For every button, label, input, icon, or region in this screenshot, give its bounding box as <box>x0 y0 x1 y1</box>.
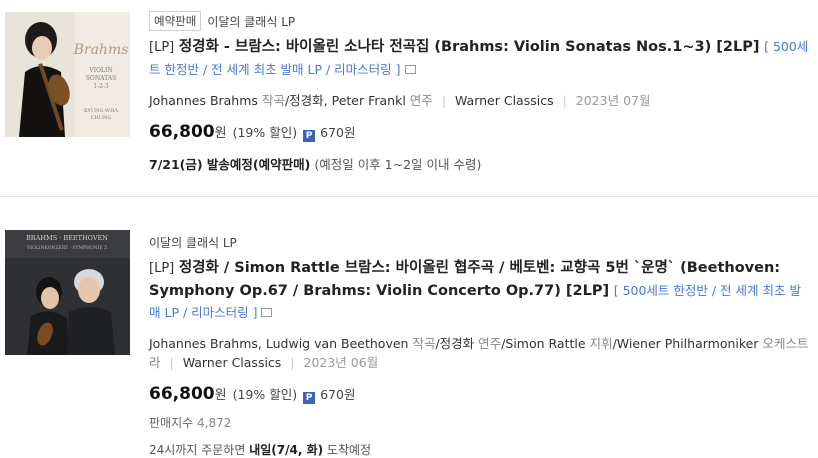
product-title-link[interactable]: [LP] 정경화 - 브람스: 바이올린 소나타 전곡집 (Brahms: Vi… <box>149 36 812 81</box>
discount: (19% 할인) <box>232 125 298 140</box>
category-link[interactable]: 이달의 클래식 LP <box>149 234 237 251</box>
discount: (19% 할인) <box>232 387 298 402</box>
badge-row: 이달의 클래식 LP <box>149 231 812 253</box>
svg-text:1-2-3: 1-2-3 <box>93 83 109 90</box>
conductor-link[interactable]: /Simon Rattle <box>501 336 585 351</box>
album-cover-image[interactable]: Brahms VIOLIN SONATAS 1-2-3 KYUNG-WHA CH… <box>5 12 130 137</box>
product-item-2: BRAHMS · BEETHOVEN VIOLINKONZERT · SYMPH… <box>0 218 818 457</box>
svg-text:VIOLIN: VIOLIN <box>88 67 112 74</box>
shipping-info: 7/21(금) 발송예정(예약판매) (예정일 이후 1~2일 이내 수령) <box>149 154 812 173</box>
order-prefix: 24시까지 주문하면 <box>149 443 250 457</box>
label-link[interactable]: Warner Classics <box>455 93 554 108</box>
svg-text:KYUNG-WHA: KYUNG-WHA <box>84 108 118 114</box>
format-label: [LP] <box>149 261 175 276</box>
divider <box>0 196 818 197</box>
preorder-badge: 예약판매 <box>149 11 202 31</box>
album-cover-image[interactable]: BRAHMS · BEETHOVEN VIOLINKONZERT · SYMPH… <box>5 230 130 355</box>
performer-role: 연주 <box>478 336 502 351</box>
order-date: 내일(7/4, 화) <box>249 443 324 457</box>
performer-link[interactable]: /정경화 <box>435 336 474 351</box>
performer-role: 연주 <box>409 93 433 108</box>
release-date: 2023년 07월 <box>575 93 651 108</box>
svg-text:CHUNG: CHUNG <box>91 115 112 121</box>
meta-line: Johannes Brahms 작곡/정경화, Peter Frankl 연주 … <box>149 91 812 110</box>
composer-link[interactable]: Johannes Brahms <box>149 93 258 108</box>
price-row: 66,800 원 (19% 할인) P 670원 <box>149 384 812 404</box>
currency: 원 <box>214 388 227 403</box>
svg-text:BRAHMS · BEETHOVEN: BRAHMS · BEETHOVEN <box>26 234 108 242</box>
release-date: 2023년 06월 <box>303 355 379 370</box>
points: 670원 <box>320 125 356 140</box>
label-link[interactable]: Warner Classics <box>183 355 282 370</box>
format-label: [LP] <box>149 40 175 55</box>
separator: | <box>441 93 446 108</box>
title-text[interactable]: 정경화 - 브람스: 바이올린 소나타 전곡집 (Brahms: Violin … <box>179 39 760 55</box>
svg-text:SONATAS: SONATAS <box>86 75 116 82</box>
points: 670원 <box>320 387 356 402</box>
svg-text:VIOLINKONZERT · SYMPHONIE 5: VIOLINKONZERT · SYMPHONIE 5 <box>26 245 107 251</box>
new-window-icon[interactable] <box>404 64 416 74</box>
composer-role: 작곡 <box>261 93 285 108</box>
price-row: 66,800 원 (19% 할인) P 670원 <box>149 122 812 142</box>
product-info: 이달의 클래식 LP [LP] 정경화 / Simon Rattle 브람스: … <box>149 231 812 458</box>
product-info: 예약판매 이달의 클래식 LP [LP] 정경화 - 브람스: 바이올린 소나타… <box>149 10 812 173</box>
ship-note: (예정일 이후 1~2일 이내 수령) <box>310 157 482 172</box>
order-suffix: 도착예정 <box>323 443 372 457</box>
meta-line: Johannes Brahms, Ludwig van Beethoven 작곡… <box>149 334 812 372</box>
conductor-role: 지휘 <box>589 336 613 351</box>
price: 66,800 <box>149 384 215 404</box>
ship-date: 7/21(금) 발송예정(예약판매) <box>149 157 311 172</box>
category-link[interactable]: 이달의 클래식 LP <box>207 13 295 30</box>
composer-link[interactable]: Johannes Brahms, Ludwig van Beethoven <box>149 336 408 351</box>
separator: | <box>290 355 295 370</box>
sales-index: 판매지수 4,872 <box>149 414 812 431</box>
new-window-icon[interactable] <box>261 307 273 317</box>
points-icon: P <box>303 392 316 404</box>
orchestra-link[interactable]: /Wiener Philharmoniker <box>613 336 759 351</box>
sales-value: 4,872 <box>197 416 232 430</box>
separator: | <box>562 93 567 108</box>
product-item-1: Brahms VIOLIN SONATAS 1-2-3 KYUNG-WHA CH… <box>0 0 818 190</box>
composer-role: 작곡 <box>412 336 436 351</box>
performer-link[interactable]: /정경화, Peter Frankl <box>285 93 406 108</box>
price: 66,800 <box>149 122 215 142</box>
sales-label: 판매지수 <box>149 416 194 430</box>
product-title-link[interactable]: [LP] 정경화 / Simon Rattle 브람스: 바이올린 협주곡 / … <box>149 257 812 324</box>
separator: | <box>169 355 174 370</box>
points-icon: P <box>303 130 316 142</box>
svg-text:Brahms: Brahms <box>73 42 129 58</box>
delivery-estimate: 24시까지 주문하면 내일(7/4, 화) 도착예정 <box>149 441 812 458</box>
badge-row: 예약판매 이달의 클래식 LP <box>149 10 812 32</box>
currency: 원 <box>214 126 227 141</box>
